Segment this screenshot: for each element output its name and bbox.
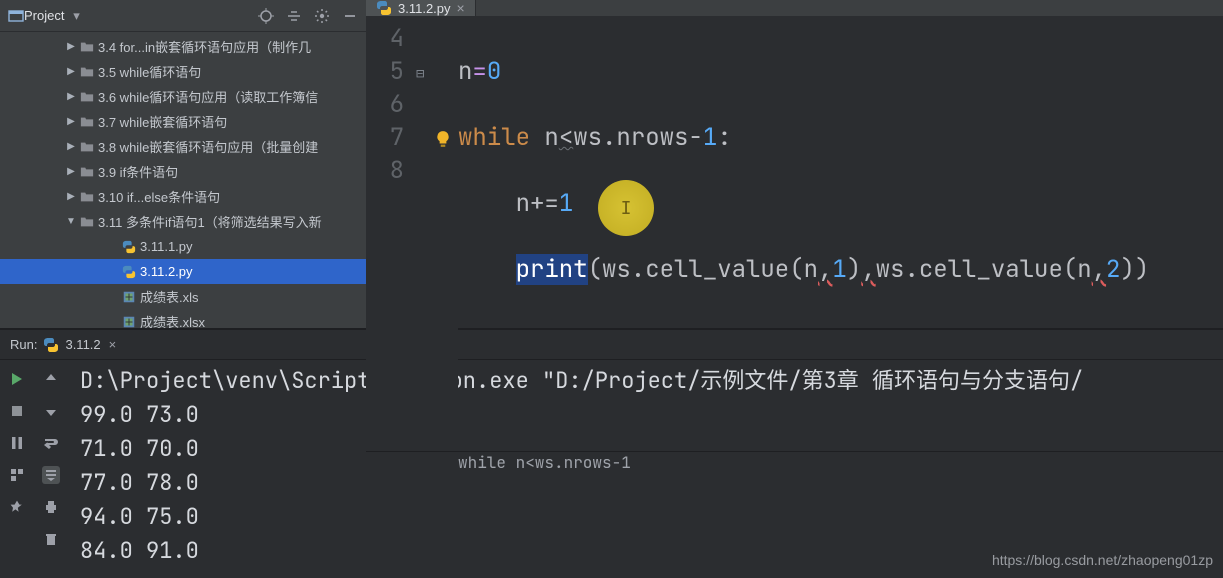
watermark: https://blog.csdn.net/zhaopeng01zp xyxy=(992,552,1213,568)
python-icon xyxy=(120,265,138,279)
folder-icon xyxy=(78,90,96,104)
tree-file[interactable]: 3.11.2.py xyxy=(0,259,366,284)
run-config[interactable]: 3.11.2 xyxy=(65,337,100,352)
folder-icon xyxy=(78,215,96,229)
up-icon[interactable] xyxy=(42,370,60,388)
tree-folder[interactable]: ▶ 3.7 while嵌套循环语句 xyxy=(0,109,366,134)
close-icon[interactable]: × xyxy=(109,337,117,352)
tree-folder[interactable]: ▶ 3.8 while嵌套循环语句应用（批量创建 xyxy=(0,134,366,159)
python-icon xyxy=(120,240,138,254)
arrow-icon[interactable]: ▶ xyxy=(64,66,78,77)
tree-file[interactable]: 成绩表.xlsx xyxy=(0,309,366,328)
tree-file[interactable]: 3.11.1.py xyxy=(0,234,366,259)
rerun-icon[interactable] xyxy=(8,370,26,388)
python-icon xyxy=(376,0,392,16)
trash-icon[interactable] xyxy=(42,530,60,548)
arrow-icon[interactable]: ▶ xyxy=(64,141,78,152)
tree-label: 3.11.2.py xyxy=(138,264,193,279)
fold-icon[interactable]: ⊟ xyxy=(416,58,424,91)
scroll-end-icon[interactable] xyxy=(42,466,60,484)
tree-folder[interactable]: ▶ 3.5 while循环语句 xyxy=(0,59,366,84)
tree-folder[interactable]: ▶ 3.4 for...in嵌套循环语句应用（制作几 xyxy=(0,34,366,59)
sidebar-title[interactable]: Project xyxy=(24,8,64,23)
line-numbers: 45678 xyxy=(366,16,414,451)
tree-folder[interactable]: ▼ 3.11 多条件if语句1（将筛选结果写入新 xyxy=(0,209,366,234)
settings-icon[interactable] xyxy=(314,8,330,24)
tree-label: 3.9 if条件语句 xyxy=(96,162,178,181)
arrow-icon[interactable]: ▶ xyxy=(64,91,78,102)
gutter: ⊟ xyxy=(414,16,458,451)
pin-icon[interactable] xyxy=(8,498,26,516)
tree-folder[interactable]: ▶ 3.6 while循环语句应用（读取工作簿信 xyxy=(0,84,366,109)
arrow-icon[interactable]: ▶ xyxy=(64,191,78,202)
lightbulb-icon[interactable] xyxy=(434,124,452,142)
stop-icon[interactable] xyxy=(8,402,26,420)
editor[interactable]: 45678 ⊟ n=0 while n<ws.nrows-1: n+=1 pri… xyxy=(366,16,1223,451)
tree-label: 3.7 while嵌套循环语句 xyxy=(96,112,227,131)
xls-icon xyxy=(120,290,138,304)
tree-label: 3.6 while循环语句应用（读取工作簿信 xyxy=(96,87,318,106)
tree-label: 3.11.1.py xyxy=(138,239,193,254)
folder-icon xyxy=(78,140,96,154)
tree-label: 成绩表.xlsx xyxy=(138,312,205,328)
print-icon[interactable] xyxy=(42,498,60,516)
project-sidebar: Project ▾ ▶ 3.4 for...in嵌套循环语句应用（制作几 ▶ 3.5 … xyxy=(0,0,366,328)
collapse-icon[interactable] xyxy=(286,8,302,24)
xls-icon xyxy=(120,315,138,329)
dropdown-icon[interactable]: ▾ xyxy=(68,8,84,24)
tree-folder[interactable]: ▶ 3.10 if...else条件语句 xyxy=(0,184,366,209)
folder-icon xyxy=(78,65,96,79)
run-label: Run: xyxy=(10,337,37,352)
project-icon xyxy=(8,8,24,24)
down-icon[interactable] xyxy=(42,402,60,420)
tree-label: 3.8 while嵌套循环语句应用（批量创建 xyxy=(96,137,318,156)
layout-icon[interactable] xyxy=(8,466,26,484)
soft-wrap-icon[interactable] xyxy=(42,434,60,452)
folder-icon xyxy=(78,40,96,54)
arrow-icon[interactable]: ▶ xyxy=(64,166,78,177)
minimize-icon[interactable] xyxy=(342,8,358,24)
locate-icon[interactable] xyxy=(258,8,274,24)
tree-label: 3.4 for...in嵌套循环语句应用（制作几 xyxy=(96,37,311,56)
close-icon[interactable]: × xyxy=(457,0,465,16)
arrow-icon[interactable]: ▶ xyxy=(64,41,78,52)
tree-file[interactable]: 成绩表.xls xyxy=(0,284,366,309)
arrow-icon[interactable]: ▼ xyxy=(64,216,78,227)
tree-label: 成绩表.xls xyxy=(138,287,199,306)
cursor-highlight: I xyxy=(598,180,654,236)
tree-label: 3.11 多条件if语句1（将筛选结果写入新 xyxy=(96,212,322,231)
arrow-icon[interactable]: ▶ xyxy=(64,116,78,127)
tree-label: 3.10 if...else条件语句 xyxy=(96,187,220,206)
tab-label: 3.11.2.py xyxy=(398,1,451,16)
project-tree[interactable]: ▶3.4 for...in嵌套循环语句应用（制作几▶3.5 while循环语句▶… xyxy=(0,32,366,328)
tree-folder[interactable]: ▶ 3.9 if条件语句 xyxy=(0,159,366,184)
tree-label: 3.5 while循环语句 xyxy=(96,62,201,81)
python-icon xyxy=(43,337,59,353)
tab-file[interactable]: 3.11.2.py × xyxy=(366,0,476,16)
code-content[interactable]: n=0 while n<ws.nrows-1: n+=1 print(ws.ce… xyxy=(458,16,1223,451)
folder-icon xyxy=(78,115,96,129)
editor-tabs: 3.11.2.py × xyxy=(366,0,1223,16)
pause-icon[interactable] xyxy=(8,434,26,452)
folder-icon xyxy=(78,190,96,204)
sidebar-header: Project ▾ xyxy=(0,0,366,32)
folder-icon xyxy=(78,165,96,179)
